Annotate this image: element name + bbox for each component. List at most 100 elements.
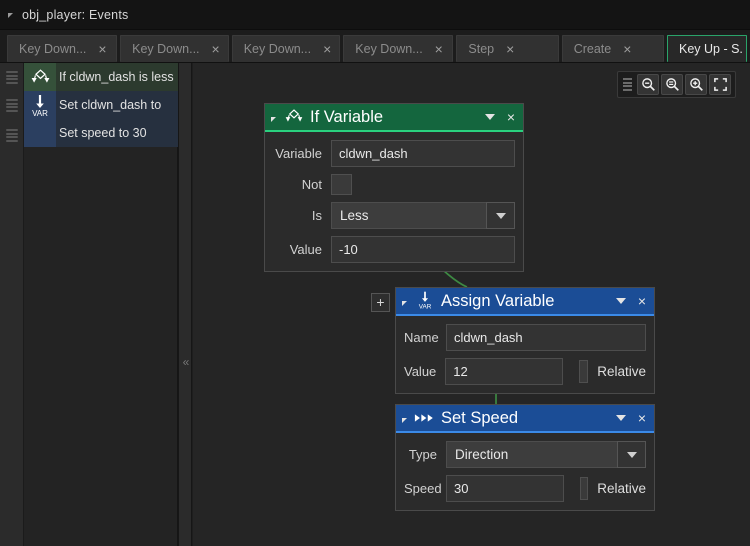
field-label: Type bbox=[408, 447, 437, 462]
tab-close-icon[interactable]: × bbox=[96, 42, 108, 56]
action-list-item-assign[interactable]: VAR Set cldwn_dash to bbox=[24, 91, 178, 119]
fit-to-screen-button[interactable] bbox=[709, 74, 731, 95]
svg-text:VAR: VAR bbox=[32, 109, 48, 118]
close-icon[interactable]: × bbox=[507, 110, 517, 124]
relative-checkbox[interactable] bbox=[579, 360, 589, 383]
close-icon[interactable]: × bbox=[638, 411, 648, 425]
tab-close-icon[interactable]: × bbox=[321, 42, 333, 56]
chevron-down-icon[interactable] bbox=[615, 298, 626, 304]
type-select[interactable]: Direction bbox=[446, 441, 646, 468]
chevron-down-icon[interactable] bbox=[484, 114, 495, 120]
field-label: Value bbox=[404, 364, 437, 379]
relative-label: Relative bbox=[597, 364, 646, 379]
triangle-collapse-icon[interactable] bbox=[271, 116, 276, 122]
field-label: Variable bbox=[275, 146, 322, 161]
window-titlebar: obj_player: Events bbox=[0, 0, 750, 30]
tab-label: Create bbox=[573, 42, 612, 56]
field-name: Name cldwn_dash bbox=[404, 324, 646, 351]
chevron-down-icon[interactable] bbox=[617, 441, 646, 468]
field-not: Not bbox=[273, 174, 515, 195]
branch-icon bbox=[24, 63, 56, 91]
comparison-select-value: Less bbox=[331, 202, 486, 229]
action-list-item-speed[interactable]: Set speed to 30 bbox=[24, 119, 178, 147]
comparison-select[interactable]: Less bbox=[331, 202, 515, 229]
node-assign-variable[interactable]: VAR Assign Variable × Name cldwn_dash Va… bbox=[395, 287, 655, 394]
tab-label: Key Down... bbox=[132, 42, 200, 56]
field-label: Value bbox=[289, 242, 322, 257]
page-title: obj_player: Events bbox=[22, 7, 129, 22]
zoom-out-button[interactable] bbox=[637, 74, 659, 95]
tab-close-icon[interactable]: × bbox=[433, 42, 445, 56]
value-input[interactable]: -10 bbox=[331, 236, 515, 263]
triangle-collapse-icon[interactable] bbox=[8, 13, 13, 18]
node-header[interactable]: If Variable × bbox=[265, 104, 523, 132]
triangle-collapse-icon[interactable] bbox=[402, 417, 407, 423]
var-assign-icon: VAR bbox=[24, 91, 56, 119]
tab-label: Key Down... bbox=[355, 42, 423, 56]
field-label: Not bbox=[301, 177, 322, 192]
svg-text:VAR: VAR bbox=[419, 304, 432, 311]
field-label: Speed bbox=[404, 481, 442, 496]
panel-splitter[interactable]: « bbox=[178, 63, 192, 546]
field-is: Is Less bbox=[273, 202, 515, 229]
zoom-reset-button[interactable] bbox=[661, 74, 683, 95]
node-title: Set Speed bbox=[441, 408, 519, 427]
action-list-item-label: Set speed to 30 bbox=[59, 126, 147, 140]
drag-handle-icon[interactable] bbox=[6, 99, 18, 112]
add-action-button[interactable]: + bbox=[371, 293, 390, 312]
node-header[interactable]: Set Speed × bbox=[396, 405, 654, 433]
tab-create[interactable]: Create × bbox=[561, 35, 664, 62]
action-list-item-if[interactable]: If cldwn_dash is less bbox=[24, 63, 178, 91]
tab-label: Step bbox=[468, 42, 495, 56]
tab-label: Key Down... bbox=[243, 42, 312, 56]
value-input[interactable]: 12 bbox=[445, 358, 564, 385]
node-title: Assign Variable bbox=[441, 291, 555, 310]
action-graph-canvas[interactable]: + If Variable × Variable cldwn_dash Not … bbox=[193, 63, 750, 546]
drag-handle-icon[interactable] bbox=[623, 78, 632, 91]
drag-handle-icon[interactable] bbox=[6, 71, 18, 84]
tab-key-down-2[interactable]: Key Down... × bbox=[120, 35, 229, 62]
zoom-in-button[interactable] bbox=[685, 74, 707, 95]
triangle-collapse-icon[interactable] bbox=[402, 300, 407, 306]
not-checkbox[interactable] bbox=[331, 174, 352, 195]
action-list-item-label: Set cldwn_dash to bbox=[59, 98, 162, 112]
tab-key-down-1[interactable]: Key Down... × bbox=[7, 35, 118, 62]
field-type: Type Direction bbox=[404, 441, 646, 468]
relative-label: Relative bbox=[597, 481, 646, 496]
tab-label: Key Up - S. bbox=[679, 42, 743, 56]
drag-handle-icon[interactable] bbox=[6, 129, 18, 142]
tab-key-up-s[interactable]: Key Up - S. bbox=[667, 35, 747, 62]
close-icon[interactable]: × bbox=[638, 294, 648, 308]
relative-checkbox[interactable] bbox=[580, 477, 589, 500]
node-if-variable[interactable]: If Variable × Variable cldwn_dash Not Is… bbox=[264, 103, 524, 272]
chevron-down-icon[interactable] bbox=[486, 202, 515, 229]
tab-label: Key Down... bbox=[19, 42, 87, 56]
node-header[interactable]: VAR Assign Variable × bbox=[396, 288, 654, 316]
tab-close-icon[interactable]: × bbox=[210, 42, 222, 56]
field-variable: Variable cldwn_dash bbox=[273, 140, 515, 167]
name-input[interactable]: cldwn_dash bbox=[446, 324, 646, 351]
tab-close-icon[interactable]: × bbox=[504, 42, 516, 56]
tab-key-down-3[interactable]: Key Down... × bbox=[231, 35, 341, 62]
node-set-speed[interactable]: Set Speed × Type Direction Speed 30 Rela… bbox=[395, 404, 655, 511]
tab-close-icon[interactable]: × bbox=[621, 42, 633, 56]
action-list-item-label: If cldwn_dash is less bbox=[59, 70, 174, 84]
fast-forward-icon bbox=[414, 412, 436, 424]
chevron-down-icon[interactable] bbox=[615, 415, 626, 421]
field-label: Name bbox=[404, 330, 439, 345]
speed-input[interactable]: 30 bbox=[446, 475, 564, 502]
tab-key-down-4[interactable]: Key Down... × bbox=[343, 35, 454, 62]
action-icon-placeholder bbox=[24, 119, 56, 147]
gamemaker-event-editor: obj_player: Events Key Down... × Key Dow… bbox=[0, 0, 750, 546]
node-body: Type Direction Speed 30 Relative bbox=[396, 433, 654, 510]
tab-step[interactable]: Step × bbox=[456, 35, 559, 62]
variable-input[interactable]: cldwn_dash bbox=[331, 140, 515, 167]
field-value: Value -10 bbox=[273, 236, 515, 263]
node-title: If Variable bbox=[310, 107, 384, 126]
event-tabstrip: Key Down... × Key Down... × Key Down... … bbox=[0, 30, 750, 63]
var-assign-icon: VAR bbox=[414, 290, 436, 312]
collapse-panel-chevron-icon[interactable]: « bbox=[180, 355, 192, 369]
zoom-toolbar bbox=[617, 71, 736, 98]
action-list-panel: If cldwn_dash is less VAR Set cldwn_dash… bbox=[0, 63, 178, 546]
branch-icon bbox=[283, 108, 305, 126]
